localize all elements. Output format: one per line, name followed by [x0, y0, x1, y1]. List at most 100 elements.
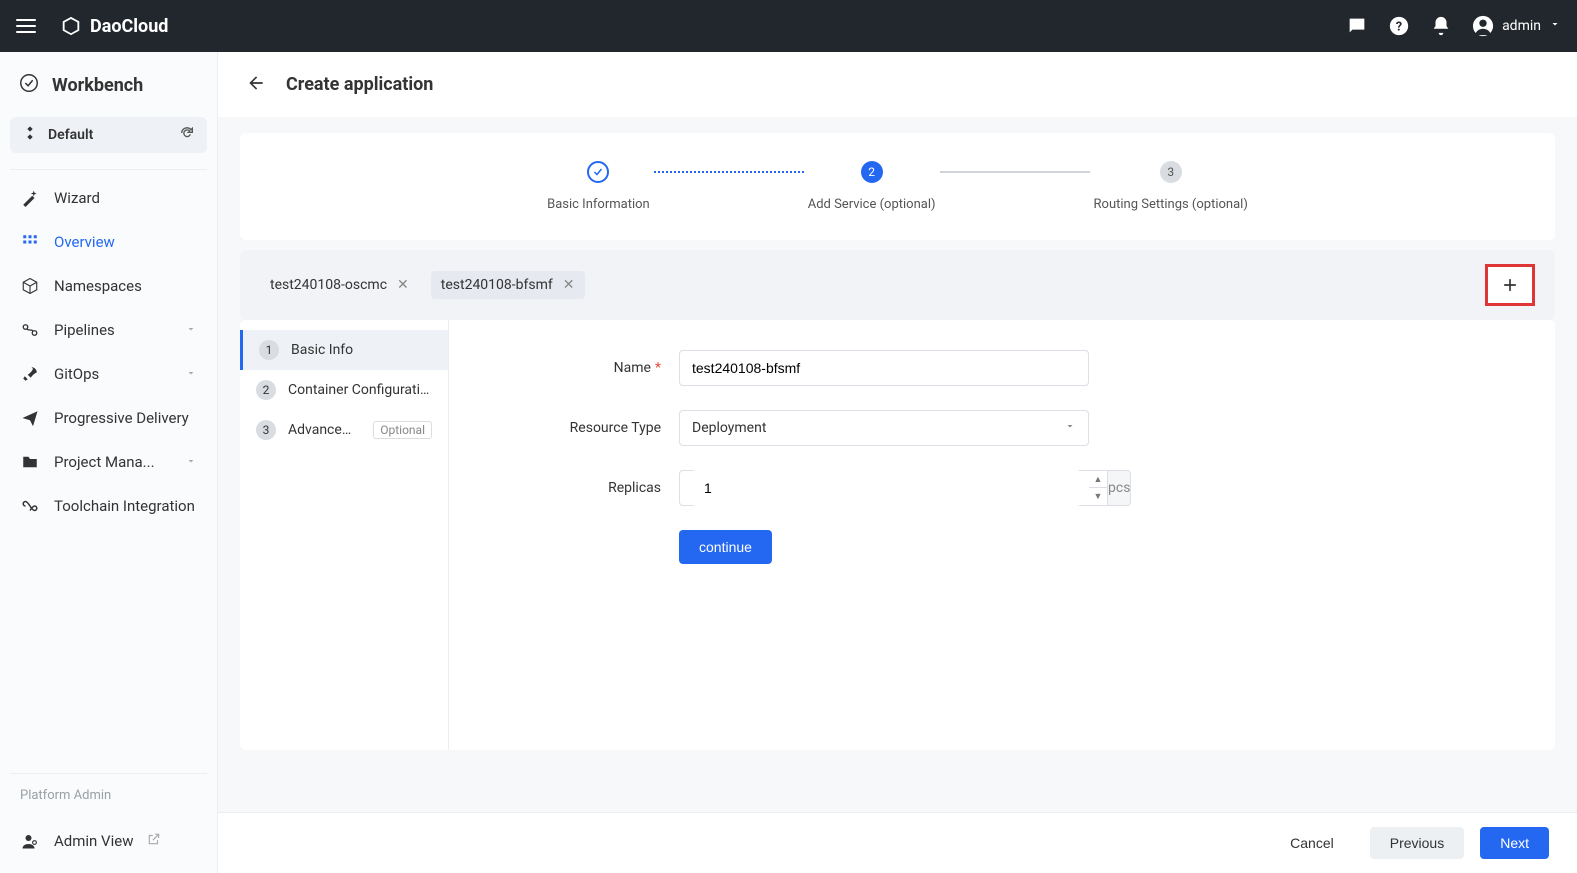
close-icon[interactable]: ✕ [397, 277, 409, 293]
notifications-icon[interactable] [1430, 15, 1452, 37]
form-step-container-config[interactable]: 2 Container Configuration [240, 370, 448, 410]
nav-label: Wizard [54, 189, 100, 207]
select-value: Deployment [692, 420, 766, 436]
form-step-label: Container Configuration [288, 382, 432, 398]
topbar: DaoCloud ? admin [0, 0, 1577, 52]
nav-label: Progressive Delivery [54, 409, 189, 427]
replicas-stepper: ▲ ▼ [1089, 470, 1108, 506]
sidebar-item-wizard[interactable]: Wizard [10, 176, 207, 220]
sidebar-item-namespaces[interactable]: Namespaces [10, 264, 207, 308]
optional-tag: Optional [373, 421, 432, 439]
stepper-up[interactable]: ▲ [1089, 471, 1107, 488]
nav-label: GitOps [54, 365, 99, 383]
chevron-down-icon [185, 321, 197, 339]
service-tabs-row: test240108-oscmc ✕ test240108-bfsmf ✕ [240, 250, 1555, 320]
chevron-down-icon [1064, 420, 1076, 436]
wizard-step-label: Add Service (optional) [808, 197, 936, 212]
wizard-step-label: Routing Settings (optional) [1094, 197, 1248, 212]
context-icon [22, 125, 38, 145]
add-service-button[interactable] [1485, 264, 1535, 306]
nav-label: Namespaces [54, 277, 142, 295]
wizard-step-label: Basic Information [547, 197, 650, 212]
continue-button[interactable]: continue [679, 530, 772, 564]
svg-text:?: ? [1396, 20, 1402, 35]
wizard-steps-card: Basic Information 2 Add Service (optiona… [240, 133, 1555, 240]
step-connector [654, 167, 804, 177]
infinity-icon [20, 496, 40, 516]
replicas-input[interactable] [692, 470, 1081, 506]
back-button[interactable] [246, 73, 266, 97]
form-card: 1 Basic Info 2 Container Configuration 3… [240, 320, 1555, 750]
service-tab[interactable]: test240108-bfsmf ✕ [431, 271, 585, 299]
resource-type-select[interactable]: Deployment [679, 410, 1089, 446]
footer-bar: Cancel Previous Next [218, 812, 1577, 873]
sidebar-nav: Wizard Overview Namespaces Pipelines Git… [10, 169, 207, 528]
rocket-icon [20, 364, 40, 384]
main-content: Create application Basic Information 2 A… [218, 52, 1577, 873]
logo-cube-icon [60, 15, 82, 37]
sidebar-item-overview[interactable]: Overview [10, 220, 207, 264]
brand-name: DaoCloud [90, 16, 168, 37]
sidebar-item-pipelines[interactable]: Pipelines [10, 308, 207, 352]
resource-type-label: Resource Type [489, 420, 679, 436]
sidebar-item-project-management[interactable]: Project Mana... [10, 440, 207, 484]
context-selector[interactable]: Default [10, 117, 207, 153]
nav-label: Admin View [54, 832, 133, 850]
required-mark: * [655, 360, 661, 376]
messages-icon[interactable] [1346, 15, 1368, 37]
external-link-icon [147, 832, 161, 850]
service-tab-label: test240108-oscmc [270, 277, 387, 293]
label-text: Name [614, 360, 651, 376]
wizard-step-2: 2 Add Service (optional) [808, 161, 936, 212]
check-icon [587, 161, 609, 183]
form-step-label: Advanced ... [288, 422, 357, 438]
page-header: Create application [218, 52, 1577, 117]
user-menu[interactable]: admin [1472, 15, 1561, 37]
service-tab[interactable]: test240108-oscmc ✕ [260, 271, 419, 299]
sidebar-item-admin-view[interactable]: Admin View [10, 819, 207, 863]
wizard-step-1: Basic Information [547, 161, 650, 212]
step-number: 2 [861, 161, 883, 183]
replicas-label: Replicas [489, 480, 679, 496]
sidebar: Workbench Default Wizard Overview Namesp… [0, 52, 218, 873]
step-number: 3 [256, 420, 276, 440]
service-tab-label: test240108-bfsmf [441, 277, 553, 293]
sidebar-item-toolchain-integration[interactable]: Toolchain Integration [10, 484, 207, 528]
context-label: Default [48, 127, 93, 143]
menu-toggle-button[interactable] [16, 14, 40, 38]
chevron-down-icon [185, 365, 197, 383]
form-step-label: Basic Info [291, 342, 353, 358]
platform-admin-label: Platform Admin [10, 788, 207, 819]
nav-label: Project Mana... [54, 453, 155, 471]
refresh-icon[interactable] [179, 125, 195, 145]
form-step-advanced[interactable]: 3 Advanced ... Optional [240, 410, 448, 450]
close-icon[interactable]: ✕ [563, 277, 575, 293]
link-icon [20, 320, 40, 340]
help-icon[interactable]: ? [1388, 15, 1410, 37]
next-button[interactable]: Next [1480, 827, 1549, 859]
sidebar-item-gitops[interactable]: GitOps [10, 352, 207, 396]
form-step-basic-info[interactable]: 1 Basic Info [240, 330, 448, 370]
admin-icon [20, 831, 40, 851]
topbar-right: ? admin [1346, 15, 1561, 37]
previous-button[interactable]: Previous [1370, 827, 1464, 859]
step-number: 3 [1160, 161, 1182, 183]
workbench-icon [18, 72, 40, 99]
wand-icon [20, 188, 40, 208]
grid-icon [20, 232, 40, 252]
chevron-down-icon [1549, 18, 1561, 34]
brand-logo[interactable]: DaoCloud [60, 15, 168, 37]
nav-label: Pipelines [54, 321, 115, 339]
sidebar-title: Workbench [10, 72, 207, 117]
sidebar-item-progressive-delivery[interactable]: Progressive Delivery [10, 396, 207, 440]
stepper-down[interactable]: ▼ [1089, 488, 1107, 505]
nav-label: Toolchain Integration [54, 497, 195, 515]
user-name: admin [1502, 18, 1541, 34]
cube-icon [20, 276, 40, 296]
cancel-button[interactable]: Cancel [1270, 827, 1354, 859]
name-label: Name* [489, 360, 679, 376]
replicas-input-wrap [679, 470, 1089, 506]
step-number: 1 [259, 340, 279, 360]
name-input[interactable] [679, 350, 1089, 386]
sidebar-title-label: Workbench [52, 75, 143, 96]
